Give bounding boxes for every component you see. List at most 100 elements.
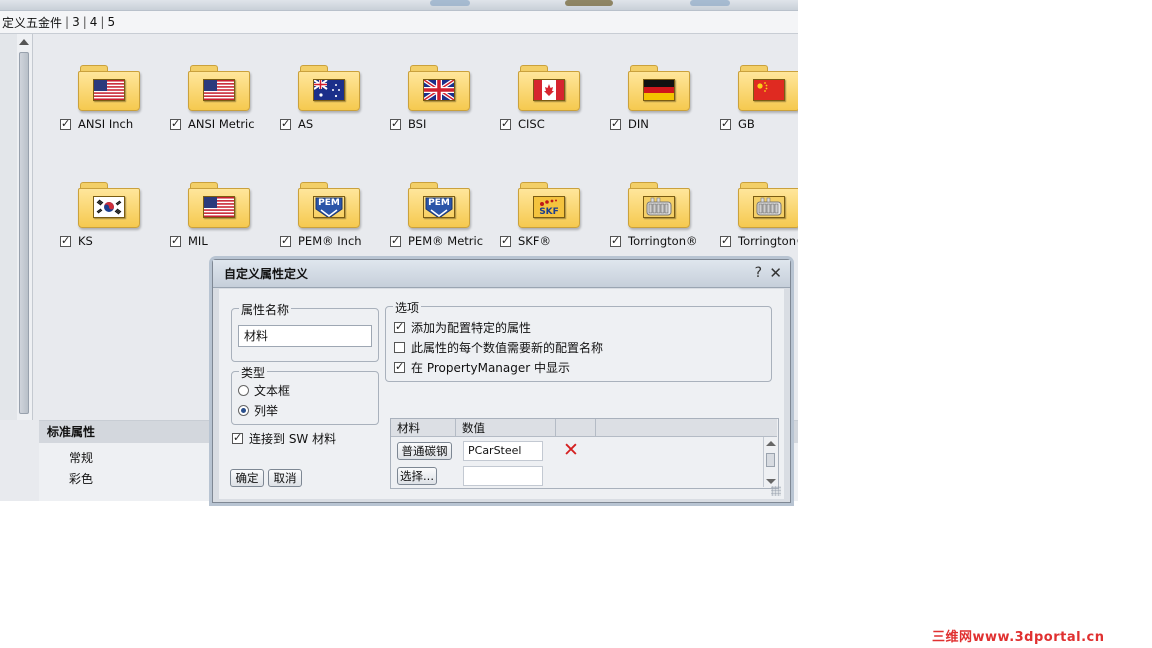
library-item-label-row[interactable]: DIN — [610, 117, 649, 131]
option-config-specific-checkbox[interactable] — [394, 320, 405, 333]
library-item-label-row[interactable]: KS — [60, 234, 93, 248]
library-item-checkbox[interactable] — [170, 117, 181, 130]
folder-icon[interactable] — [188, 180, 250, 228]
property-name-input[interactable]: 材料 — [238, 325, 372, 347]
library-item-checkbox[interactable] — [720, 234, 731, 247]
folder-icon[interactable] — [628, 63, 690, 111]
strip-highlight — [565, 0, 613, 6]
library-item-checkbox[interactable] — [610, 117, 621, 130]
library-item[interactable]: AS — [280, 63, 392, 163]
library-item[interactable]: ANSI Inch — [60, 63, 172, 163]
radio-label-list: 列举 — [254, 404, 279, 418]
folder-icon[interactable] — [738, 63, 798, 111]
library-item-label-row[interactable]: ANSI Inch — [60, 117, 133, 131]
library-item-label-row[interactable]: BSI — [390, 117, 426, 131]
material-button[interactable]: 普通碳钢 — [397, 442, 452, 460]
option-new-config-name[interactable]: 此属性的每个数值需要新的配置名称 — [394, 339, 603, 356]
radio-list[interactable] — [238, 405, 249, 416]
option-show-in-pm-checkbox[interactable] — [394, 360, 405, 373]
library-item-checkbox[interactable] — [390, 234, 401, 247]
tab-5[interactable]: 5 — [105, 15, 117, 29]
option-config-specific-label: 添加为配置特定的属性 — [411, 321, 532, 335]
library-item-checkbox[interactable] — [280, 234, 291, 247]
library-item-checkbox[interactable] — [500, 234, 511, 247]
link-sw-material[interactable]: 连接到 SW 材料 — [232, 430, 336, 447]
radio-textbox[interactable] — [238, 385, 249, 396]
folder-icon[interactable] — [188, 63, 250, 111]
library-item-label-row[interactable]: SKF® — [500, 234, 551, 248]
library-item-checkbox[interactable] — [280, 117, 291, 130]
folder-icon[interactable] — [738, 180, 798, 228]
option-new-config-name-checkbox[interactable] — [394, 342, 405, 353]
library-item[interactable]: CISC — [500, 63, 612, 163]
library-item-checkbox[interactable] — [720, 117, 731, 130]
library-item[interactable]: BSI — [390, 63, 502, 163]
column-header-filler — [596, 419, 777, 437]
library-item[interactable]: ANSI Metric — [170, 63, 282, 163]
table-scrollbar[interactable] — [763, 437, 778, 487]
library-item-label-row[interactable]: CISC — [500, 117, 545, 131]
folder-icon[interactable] — [298, 63, 360, 111]
scroll-thumb[interactable] — [766, 453, 775, 467]
type-option-textbox[interactable]: 文本框 — [238, 382, 290, 399]
library-item-label-row[interactable]: Torrington® — [720, 234, 798, 248]
folder-icon[interactable]: SKF — [518, 180, 580, 228]
scroll-up-arrow-icon[interactable] — [766, 441, 776, 446]
select-button[interactable]: 选择... — [397, 467, 437, 485]
library-item-checkbox[interactable] — [60, 234, 71, 247]
vertical-scrollbar[interactable] — [17, 34, 33, 420]
property-row-general[interactable]: 常规 — [69, 449, 93, 466]
close-icon[interactable]: ✕ — [769, 264, 782, 282]
us-flag-icon — [203, 196, 235, 218]
library-item[interactable]: GB — [720, 63, 798, 163]
skf-logo-icon: SKF — [533, 196, 565, 218]
folder-icon[interactable] — [628, 180, 690, 228]
option-show-in-pm[interactable]: 在 PropertyManager 中显示 — [394, 359, 570, 376]
library-item-checkbox[interactable] — [500, 117, 511, 130]
library-item-checkbox[interactable] — [60, 117, 71, 130]
folder-icon[interactable] — [408, 63, 470, 111]
bearing-icon — [753, 196, 785, 218]
tab-hardware[interactable]: 定义五金件 — [0, 14, 64, 31]
value-input-row1[interactable]: PCarSteel — [463, 441, 543, 461]
library-item-label-row[interactable]: Torrington® — [610, 234, 697, 248]
folder-icon[interactable]: PEM — [298, 180, 360, 228]
type-option-list[interactable]: 列举 — [238, 402, 278, 419]
library-item-label-row[interactable]: MIL — [170, 234, 208, 248]
folder-icon[interactable] — [518, 63, 580, 111]
strip-highlight — [690, 0, 730, 6]
value-input-row2[interactable] — [463, 466, 543, 486]
library-item-label-row[interactable]: AS — [280, 117, 313, 131]
delete-row-icon[interactable]: ✕ — [563, 441, 579, 460]
australia-flag-icon — [313, 79, 345, 101]
property-name-group: 属性名称 材料 — [231, 301, 379, 362]
folder-icon[interactable] — [78, 63, 140, 111]
library-item-label-row[interactable]: PEM® Inch — [280, 234, 362, 248]
logo-text: PEM — [428, 198, 450, 208]
library-item-checkbox[interactable] — [610, 234, 621, 247]
tab-3[interactable]: 3 — [70, 15, 82, 29]
library-item[interactable]: DIN — [610, 63, 722, 163]
library-item-checkbox[interactable] — [170, 234, 181, 247]
library-item-label-row[interactable]: GB — [720, 117, 755, 131]
library-item[interactable]: KS — [60, 180, 172, 280]
tab-4[interactable]: 4 — [88, 15, 100, 29]
scroll-thumb[interactable] — [19, 52, 29, 414]
scroll-down-arrow-icon[interactable] — [766, 479, 776, 484]
option-config-specific[interactable]: 添加为配置特定的属性 — [394, 319, 531, 336]
property-row-color[interactable]: 彩色 — [69, 470, 93, 487]
scroll-up-arrow-icon[interactable] — [19, 39, 29, 45]
values-table: 材料 数值 普通碳钢 PCarSteel ✕ 选择... — [390, 418, 779, 489]
library-item-checkbox[interactable] — [390, 117, 401, 130]
library-item-label-row[interactable]: ANSI Metric — [170, 117, 255, 131]
folder-icon[interactable]: PEM — [408, 180, 470, 228]
library-item-label-row[interactable]: PEM® Metric — [390, 234, 483, 248]
cancel-button[interactable]: 取消 — [268, 469, 302, 487]
link-sw-material-label: 连接到 SW 材料 — [249, 432, 337, 446]
resize-grip-icon[interactable] — [771, 486, 781, 496]
library-item-label: BSI — [408, 117, 427, 131]
folder-icon[interactable] — [78, 180, 140, 228]
link-sw-material-checkbox[interactable] — [232, 431, 243, 444]
ok-button[interactable]: 确定 — [230, 469, 264, 487]
help-icon[interactable]: ? — [755, 265, 762, 281]
